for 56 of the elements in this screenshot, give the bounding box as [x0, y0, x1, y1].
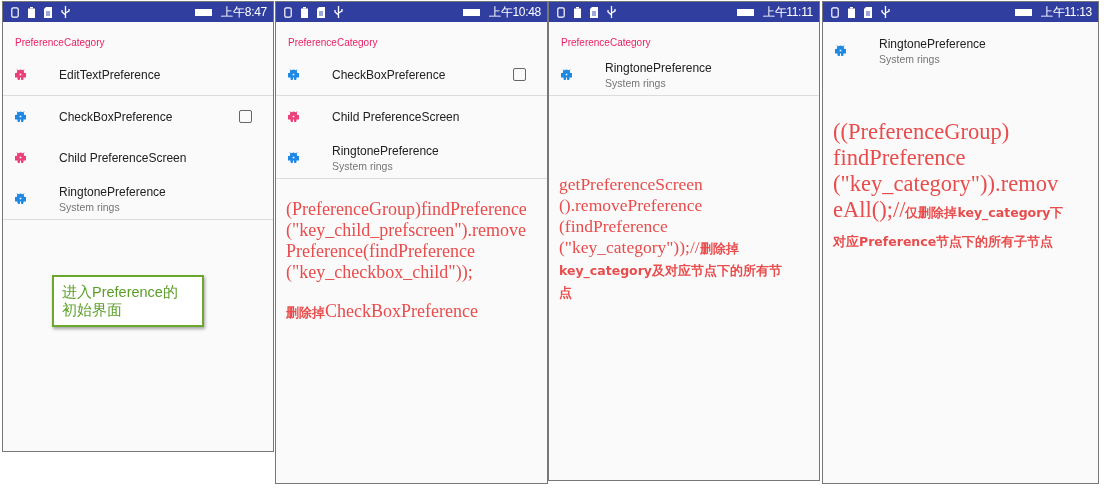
callout-note: 进入Preference的初始界面 — [52, 275, 204, 328]
preference-title: RingtonePreference — [332, 143, 440, 158]
category-header: PreferenceCategory — [560, 36, 652, 50]
preference-title: RingtonePreference — [605, 60, 713, 75]
category-header: PreferenceCategory — [287, 36, 379, 50]
preference-summary: System rings — [605, 76, 667, 89]
sd-card-icon — [44, 6, 52, 18]
preference-summary: System rings — [59, 200, 121, 213]
phone-icon — [831, 6, 839, 18]
sd-card-icon — [864, 6, 872, 18]
preference-item[interactable]: CheckBoxPreference — [276, 54, 547, 96]
status-time: 上午11:13 — [1040, 3, 1092, 21]
usb-icon — [607, 6, 616, 18]
battery-icon — [574, 6, 581, 18]
code-note: 删除掉CheckBoxPreference — [286, 301, 479, 323]
preference-item[interactable]: Child PreferenceScreen — [3, 137, 273, 178]
code-note: ((PreferenceGroup) findPreference ("key_category")).remov eAll();//仅删除掉key_category下 对应Preference节点下的所有子节点 — [833, 119, 1065, 251]
phone-icon — [284, 6, 292, 18]
checkbox[interactable] — [513, 68, 526, 81]
phone-icon — [11, 6, 19, 18]
bar-icon — [463, 8, 481, 16]
status-time: 上午11:11 — [762, 3, 813, 21]
preference-title: RingtonePreference — [59, 184, 167, 199]
preference-item[interactable]: CheckBoxPreference — [3, 96, 273, 137]
preference-item[interactable]: RingtonePreference System rings — [549, 54, 819, 96]
preference-title: Child PreferenceScreen — [332, 109, 461, 124]
sd-card-icon — [317, 6, 325, 18]
status-time: 上午10:48 — [489, 3, 541, 21]
preference-item[interactable]: RingtonePreference System rings — [276, 137, 547, 179]
code-note: (PreferenceGroup)findPreference ("key_child_prefscreen").remove Preference(findPreference ("key_checkbox_child")); — [286, 199, 528, 283]
preference-item[interactable]: EditTextPreference — [3, 54, 273, 96]
preference-title: Child PreferenceScreen — [59, 150, 188, 165]
preference-summary: System rings — [332, 159, 394, 172]
phone-icon — [557, 6, 565, 18]
bar-icon — [1014, 8, 1032, 16]
preference-item[interactable]: Child PreferenceScreen — [276, 96, 547, 137]
preference-item[interactable]: RingtonePreference System rings — [3, 178, 273, 220]
preference-title: CheckBoxPreference — [59, 109, 174, 124]
category-header: PreferenceCategory — [14, 36, 106, 50]
battery-icon — [28, 6, 35, 18]
checkbox[interactable] — [239, 110, 252, 123]
preference-title: CheckBoxPreference — [332, 67, 447, 82]
battery-icon — [848, 6, 855, 18]
battery-icon — [301, 6, 308, 18]
preference-item[interactable]: RingtonePreference System rings — [823, 30, 1098, 71]
usb-icon — [61, 6, 70, 18]
code-note: getPreferenceScreen ().removePreference (findPreference ("key_category"));//删除掉 key_category及对应节点下的所有节 点 — [559, 174, 783, 302]
preference-title: EditTextPreference — [59, 67, 162, 82]
preference-summary: System rings — [879, 52, 941, 65]
bar-icon — [195, 8, 213, 16]
bar-icon — [736, 8, 754, 16]
sd-card-icon — [590, 6, 598, 18]
usb-icon — [334, 6, 343, 18]
status-time: 上午8:47 — [221, 3, 267, 21]
preference-title: RingtonePreference — [879, 36, 987, 51]
usb-icon — [881, 6, 890, 18]
